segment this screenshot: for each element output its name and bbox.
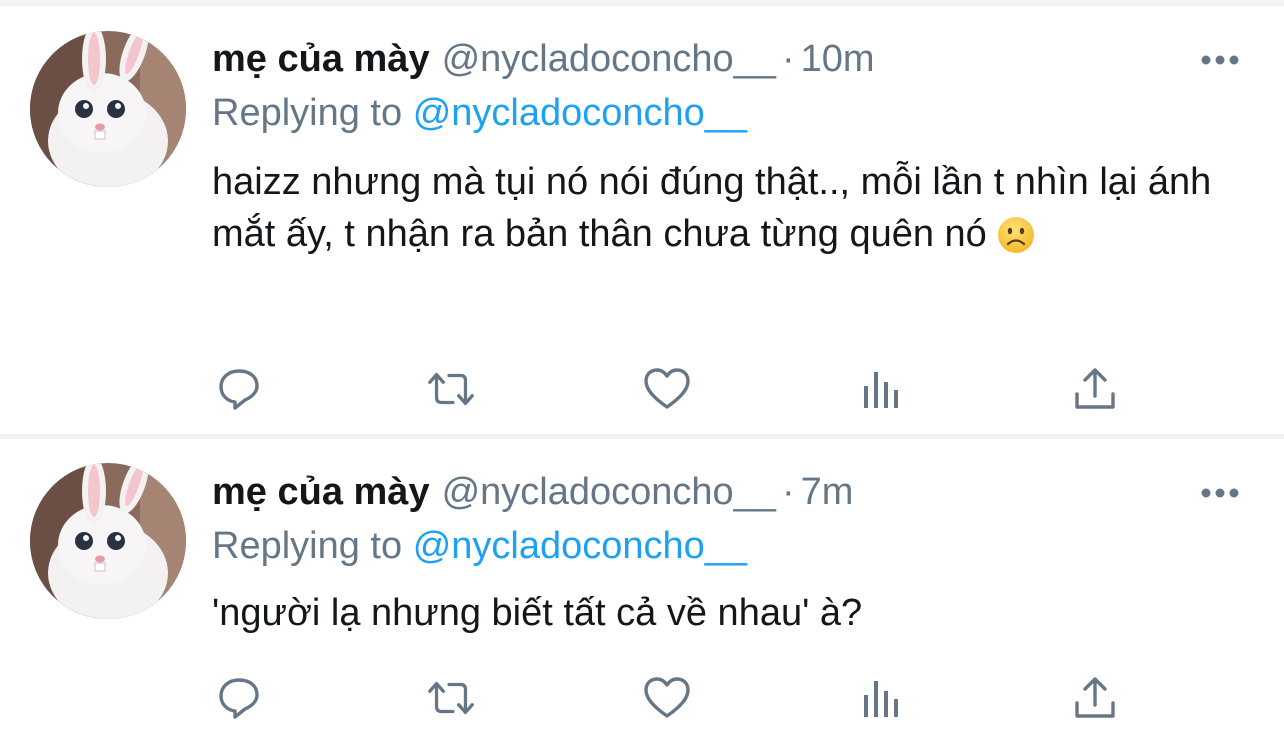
slightly-frowning-face-icon	[997, 217, 1034, 253]
replying-to: Replying to @nycladoconcho__	[212, 523, 747, 569]
tweet[interactable]: mẹ của mày @nycladoconcho__ · 10m Replying …	[0, 6, 1284, 434]
like-button[interactable]	[640, 364, 694, 414]
share-icon	[1075, 368, 1115, 409]
like-icon	[644, 677, 690, 718]
tweet-text: haizz nhưng mà tụi nó nói đúng thật.., m…	[212, 161, 1212, 255]
like-icon	[644, 368, 690, 409]
bunny-avatar-icon	[30, 31, 186, 187]
retweet-icon	[428, 372, 474, 406]
avatar[interactable]	[30, 463, 186, 619]
replying-handle-link[interactable]: @nycladoconcho__	[413, 525, 747, 567]
replying-handle-link[interactable]: @nycladoconcho__	[413, 92, 747, 134]
display-name[interactable]: mẹ của mày	[212, 38, 430, 80]
more-options-icon[interactable]	[1198, 483, 1242, 503]
separator-dot: ·	[781, 38, 795, 80]
tweet-actions	[212, 364, 1132, 414]
reply-icon	[219, 369, 259, 410]
tweet-actions	[212, 673, 1132, 723]
replying-to: Replying to @nycladoconcho__	[212, 90, 747, 136]
user-handle[interactable]: @nycladoconcho__	[442, 471, 776, 513]
analytics-icon	[864, 681, 898, 717]
separator-dot: ·	[781, 471, 795, 513]
timestamp[interactable]: 7m	[801, 471, 854, 513]
retweet-icon	[428, 681, 474, 715]
share-icon	[1075, 677, 1115, 718]
reply-icon	[219, 678, 259, 719]
tweet-header: mẹ của mày @nycladoconcho__ · 7m	[212, 469, 853, 515]
like-button[interactable]	[640, 673, 694, 723]
tweet[interactable]: mẹ của mày @nycladoconcho__ · 7m Replying t…	[0, 439, 1284, 744]
tweet-text: 'người lạ nhưng biết tất cả về nhau' à?	[212, 592, 863, 634]
display-name[interactable]: mẹ của mày	[212, 471, 430, 513]
reply-button[interactable]	[212, 673, 266, 723]
retweet-button[interactable]	[424, 673, 478, 723]
more-options-icon[interactable]	[1198, 50, 1242, 70]
tweet-body: haizz nhưng mà tụi nó nói đúng thật.., m…	[212, 156, 1252, 260]
reply-button[interactable]	[212, 364, 266, 414]
share-button[interactable]	[1068, 673, 1122, 723]
replying-label: Replying to	[212, 92, 403, 134]
analytics-icon	[864, 372, 898, 408]
share-button[interactable]	[1068, 364, 1122, 414]
bunny-avatar-icon	[30, 463, 186, 619]
analytics-button[interactable]	[854, 673, 908, 723]
analytics-button[interactable]	[854, 364, 908, 414]
replying-label: Replying to	[212, 525, 403, 567]
tweet-header: mẹ của mày @nycladoconcho__ · 10m	[212, 36, 875, 82]
user-handle[interactable]: @nycladoconcho__	[442, 38, 776, 80]
retweet-button[interactable]	[424, 364, 478, 414]
avatar[interactable]	[30, 31, 186, 187]
timestamp[interactable]: 10m	[801, 38, 875, 80]
tweet-body: 'người lạ nhưng biết tất cả về nhau' à?	[212, 587, 1252, 639]
